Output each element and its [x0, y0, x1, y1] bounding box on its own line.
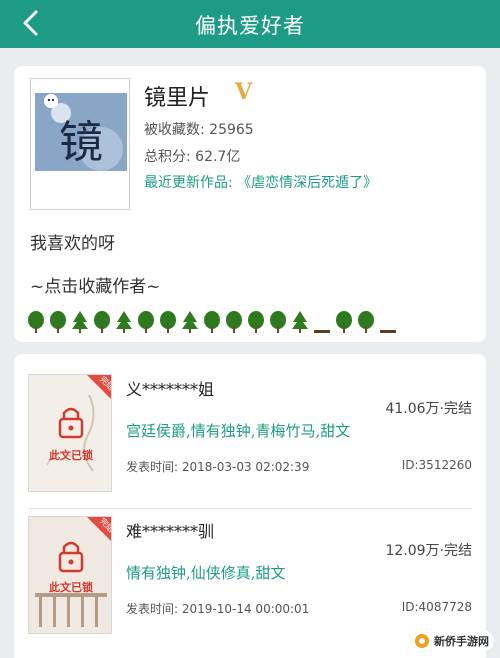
date-value: 2018-03-03 02:02:39	[181, 460, 310, 474]
book-title[interactable]: 义*******姐	[126, 376, 214, 400]
id-value: 4087728	[418, 600, 472, 614]
verified-badge: V	[235, 79, 253, 105]
score-stat: 总积分: 62.7亿	[144, 146, 240, 166]
favorites-label: 被收藏数:	[144, 122, 205, 138]
id-label: ID:	[401, 458, 419, 472]
author-name: 镜里片	[144, 86, 211, 111]
book-status: 完结	[444, 543, 472, 559]
page-title: 偏执爱好者	[195, 14, 305, 38]
book-title[interactable]: 难*******驯	[126, 518, 214, 542]
date-label: 发表时间:	[126, 602, 179, 616]
book-status: 完结	[444, 401, 472, 417]
tree-icon	[48, 310, 70, 334]
book-cover[interactable]: 完结 此文已锁	[28, 374, 112, 492]
id-value: 3512260	[418, 458, 472, 472]
latest-work[interactable]: 最近更新作品: 《虐恋情深后死遁了》	[144, 172, 377, 192]
book-item[interactable]: 完结 此文已锁 义*******姐 41.06万·完结 宫廷侯爵,情有独钟,青梅…	[14, 362, 486, 509]
avatar-image: 镜	[31, 79, 129, 209]
book-tags: 宫廷侯爵,情有独钟,青梅竹马,甜文	[126, 422, 351, 440]
publish-date: 发表时间: 2019-10-14 00:00:01	[126, 600, 309, 617]
author-avatar[interactable]: 镜	[30, 78, 130, 210]
word-count: 12.09万	[385, 543, 440, 559]
tree-icon	[268, 310, 290, 334]
pine-icon	[290, 310, 312, 334]
svg-text:此文已锁: 此文已锁	[49, 448, 93, 462]
latest-value[interactable]: 《虐恋情深后死遁了》	[237, 175, 377, 191]
word-count: 41.06万	[385, 401, 440, 417]
locked-cover-image: 完结 此文已锁	[29, 375, 111, 491]
book-item[interactable]: 完结 此文已锁 难*******驯 12.09万·完结 情有独钟,仙侠修真,甜文…	[14, 504, 486, 644]
pine-icon	[70, 310, 92, 334]
author-card: 镜 镜里片 V 被收藏数: 25965 总积分: 62.7亿 最近更新作品: 《…	[14, 66, 486, 342]
svg-text:镜: 镜	[59, 117, 103, 168]
book-cover[interactable]: 完结 此文已锁	[28, 516, 112, 634]
tree-icon	[224, 310, 246, 334]
decoration-row	[26, 310, 400, 334]
book-meta: 12.09万·完结	[385, 543, 472, 559]
dash-icon	[378, 310, 400, 334]
watermark-logo-icon	[415, 634, 429, 648]
tree-icon	[136, 310, 158, 334]
svg-text:此文已锁: 此文已锁	[49, 580, 93, 594]
latest-label: 最近更新作品:	[144, 175, 233, 191]
date-value: 2019-10-14 00:00:01	[181, 602, 310, 616]
tree-icon	[334, 310, 356, 334]
book-list: 完结 此文已锁 义*******姐 41.06万·完结 宫廷侯爵,情有独钟,青梅…	[14, 354, 486, 658]
book-tags: 情有独钟,仙侠修真,甜文	[126, 564, 286, 582]
tree-icon	[92, 310, 114, 334]
tree-icon	[26, 310, 48, 334]
publish-date: 发表时间: 2018-03-03 02:02:39	[126, 458, 309, 475]
book-id: ID:4087728	[402, 600, 472, 614]
favorites-value: 25965	[209, 122, 254, 138]
author-bio: 我喜欢的呀	[30, 234, 115, 254]
dash-icon	[312, 310, 334, 334]
favorite-author-link[interactable]: ~点击收藏作者~	[30, 272, 161, 297]
tree-icon	[246, 310, 268, 334]
tree-icon	[202, 310, 224, 334]
pine-icon	[114, 310, 136, 334]
book-id: ID:3512260	[402, 458, 472, 472]
score-label: 总积分:	[144, 149, 191, 165]
tree-icon	[356, 310, 378, 334]
id-label: ID:	[401, 600, 419, 614]
watermark-text: 新侨手游网	[434, 635, 489, 648]
tree-icon	[158, 310, 180, 334]
date-label: 发表时间:	[126, 460, 179, 474]
top-bar: 偏执爱好者	[0, 0, 500, 48]
pine-icon	[180, 310, 202, 334]
score-value: 62.7亿	[195, 149, 241, 165]
favorites-stat: 被收藏数: 25965	[144, 119, 254, 139]
site-watermark: 新侨手游网	[410, 630, 494, 652]
book-meta: 41.06万·完结	[385, 401, 472, 417]
locked-cover-image: 完结 此文已锁	[29, 517, 111, 633]
